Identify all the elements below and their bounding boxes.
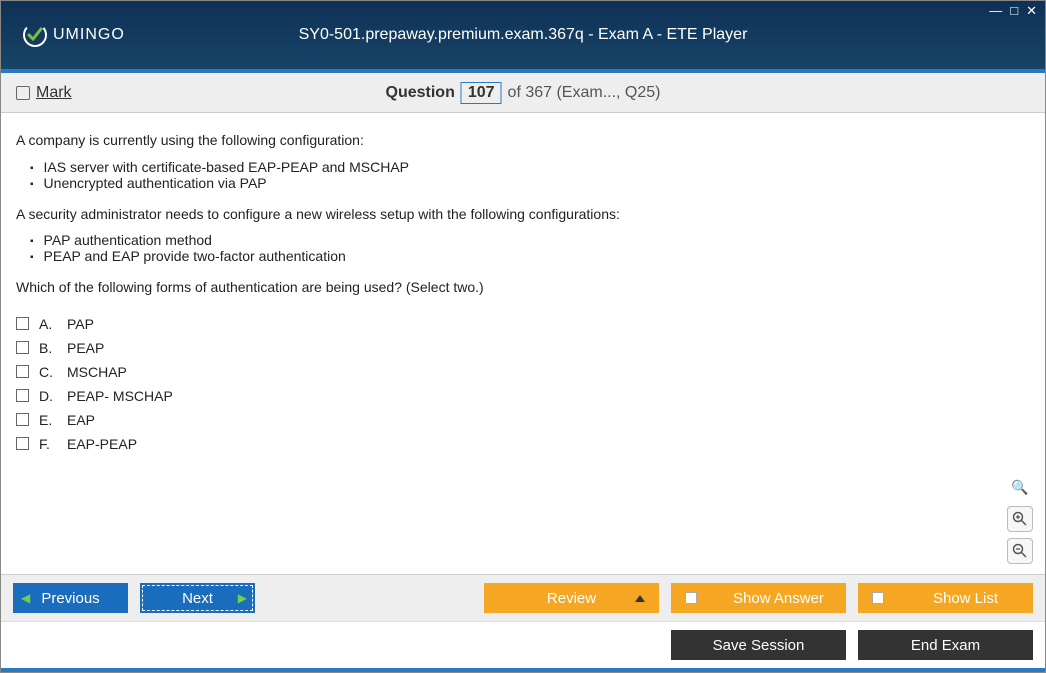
- button-label: End Exam: [911, 637, 980, 654]
- show-answer-checkbox[interactable]: [685, 592, 697, 604]
- answer-text: PAP: [67, 316, 94, 332]
- answer-letter: B.: [39, 340, 57, 356]
- triangle-up-icon: [635, 595, 645, 602]
- answer-option[interactable]: D. PEAP- MSCHAP: [16, 384, 1030, 408]
- answer-option[interactable]: F. EAP-PEAP: [16, 432, 1030, 456]
- zoom-in-icon[interactable]: [1007, 506, 1033, 532]
- answer-option[interactable]: B. PEAP: [16, 336, 1030, 360]
- answer-text: EAP: [67, 412, 95, 428]
- button-label: Show Answer: [711, 590, 846, 607]
- para-1: A company is currently using the followi…: [16, 131, 1030, 151]
- bullet: Unencrypted authentication via PAP: [30, 175, 1030, 191]
- button-label: Save Session: [713, 637, 805, 654]
- mark-label[interactable]: Mark: [36, 84, 72, 102]
- answer-checkbox[interactable]: [16, 365, 29, 378]
- show-list-checkbox[interactable]: [872, 592, 884, 604]
- maximize-icon[interactable]: □: [1008, 3, 1020, 19]
- button-label: Show List: [898, 590, 1033, 607]
- answer-checkbox[interactable]: [16, 317, 29, 330]
- answer-letter: A.: [39, 316, 57, 332]
- answer-letter: D.: [39, 388, 57, 404]
- close-icon[interactable]: ✕: [1024, 3, 1039, 19]
- button-label: Next: [182, 590, 213, 607]
- previous-button[interactable]: ◀ Previous: [13, 583, 128, 613]
- chevron-left-icon: ◀: [21, 591, 30, 605]
- review-button[interactable]: Review: [484, 583, 659, 613]
- zoom-tools: 🔍: [1007, 474, 1033, 564]
- bullet: PAP authentication method: [30, 232, 1030, 248]
- mark-checkbox[interactable]: [16, 86, 30, 100]
- answer-option[interactable]: E. EAP: [16, 408, 1030, 432]
- answer-checkbox[interactable]: [16, 437, 29, 450]
- next-button[interactable]: Next ▶: [140, 583, 255, 613]
- minimize-icon[interactable]: —: [987, 3, 1004, 19]
- page-title: SY0-501.prepaway.premium.exam.367q - Exa…: [299, 26, 748, 44]
- toolbar-secondary: Save Session End Exam: [1, 621, 1045, 668]
- para-3: Which of the following forms of authenti…: [16, 278, 1030, 298]
- toolbar-primary: ◀ Previous Next ▶ Review Show Answer Show …: [1, 574, 1045, 621]
- question-indicator: Question 107 of 367 (Exam..., Q25): [386, 82, 661, 104]
- answer-option[interactable]: A. PAP: [16, 312, 1030, 336]
- app-window: — □ ✕ UMINGO SY0-501.prepaway.premium.ex…: [0, 0, 1046, 673]
- answer-text: MSCHAP: [67, 364, 127, 380]
- bullet: PEAP and EAP provide two-factor authenti…: [30, 248, 1030, 264]
- question-word: Question: [386, 84, 455, 102]
- button-label: Previous: [41, 590, 99, 607]
- answer-letter: E.: [39, 412, 57, 428]
- zoom-out-icon[interactable]: [1007, 538, 1033, 564]
- answer-text: PEAP: [67, 340, 104, 356]
- show-list-button[interactable]: Show List: [858, 583, 1033, 613]
- question-number: 107: [461, 82, 502, 104]
- answer-option[interactable]: C. MSCHAP: [16, 360, 1030, 384]
- content-area: A company is currently using the followi…: [1, 113, 1045, 574]
- divider: [1, 668, 1045, 672]
- save-session-button[interactable]: Save Session: [671, 630, 846, 660]
- answer-text: EAP-PEAP: [67, 436, 137, 452]
- para-2: A security administrator needs to config…: [16, 205, 1030, 225]
- logo-text: UMINGO: [53, 26, 125, 44]
- answer-letter: C.: [39, 364, 57, 380]
- window-controls: — □ ✕: [987, 3, 1039, 19]
- end-exam-button[interactable]: End Exam: [858, 630, 1033, 660]
- answer-letter: F.: [39, 436, 57, 452]
- answer-checkbox[interactable]: [16, 389, 29, 402]
- show-answer-button[interactable]: Show Answer: [671, 583, 846, 613]
- search-icon[interactable]: 🔍: [1007, 474, 1033, 500]
- logo: UMINGO: [21, 21, 125, 49]
- chevron-right-icon: ▶: [238, 591, 247, 605]
- answers: A.PAP B.PEAP C.MSCHAP D.PEAP- MSCHAP E.E…: [16, 312, 1030, 456]
- button-label: Review: [547, 590, 596, 607]
- answer-checkbox[interactable]: [16, 413, 29, 426]
- question-total: of 367 (Exam..., Q25): [508, 84, 661, 102]
- mark-toggle[interactable]: Mark: [16, 84, 72, 102]
- bullet: IAS server with certificate-based EAP-PE…: [30, 159, 1030, 175]
- question-bar: Mark Question 107 of 367 (Exam..., Q25): [1, 73, 1045, 113]
- logo-icon: [21, 21, 49, 49]
- bullet-list-2: PAP authentication method PEAP and EAP p…: [30, 232, 1030, 264]
- answer-checkbox[interactable]: [16, 341, 29, 354]
- header: UMINGO SY0-501.prepaway.premium.exam.367…: [1, 1, 1045, 69]
- bullet-list-1: IAS server with certificate-based EAP-PE…: [30, 159, 1030, 191]
- answer-text: PEAP- MSCHAP: [67, 388, 173, 404]
